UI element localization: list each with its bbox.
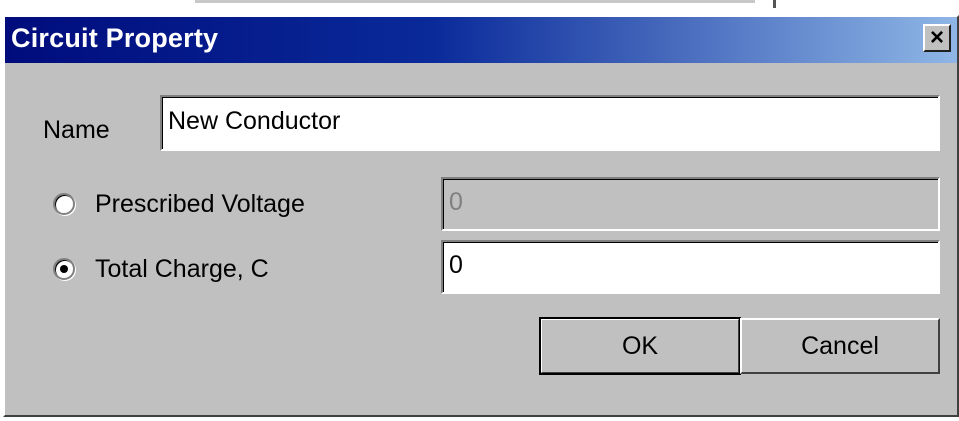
- radio-selected-dot: [60, 265, 68, 273]
- prescribed-voltage-input[interactable]: 0: [441, 177, 940, 231]
- close-icon: ×: [929, 24, 944, 51]
- prescribed-voltage-label: Prescribed Voltage: [95, 190, 305, 218]
- close-button[interactable]: ×: [923, 24, 951, 52]
- total-charge-radio[interactable]: [53, 258, 75, 280]
- prescribed-voltage-radio[interactable]: [53, 193, 75, 215]
- background-window-edge: [0, 0, 959, 16]
- circuit-property-dialog: Circuit Property × Name New Conductor Pr…: [3, 15, 959, 417]
- cancel-button[interactable]: Cancel: [740, 318, 940, 374]
- name-label: Name: [43, 116, 110, 144]
- dialog-title: Circuit Property: [11, 23, 219, 53]
- background-window-border: [195, 0, 755, 3]
- background-window-mark: [773, 0, 776, 8]
- name-input[interactable]: New Conductor: [160, 95, 940, 151]
- total-charge-input[interactable]: 0: [441, 240, 940, 294]
- title-bar[interactable]: Circuit Property ×: [5, 17, 957, 63]
- total-charge-label: Total Charge, C: [95, 255, 269, 283]
- ok-button[interactable]: OK: [539, 317, 741, 375]
